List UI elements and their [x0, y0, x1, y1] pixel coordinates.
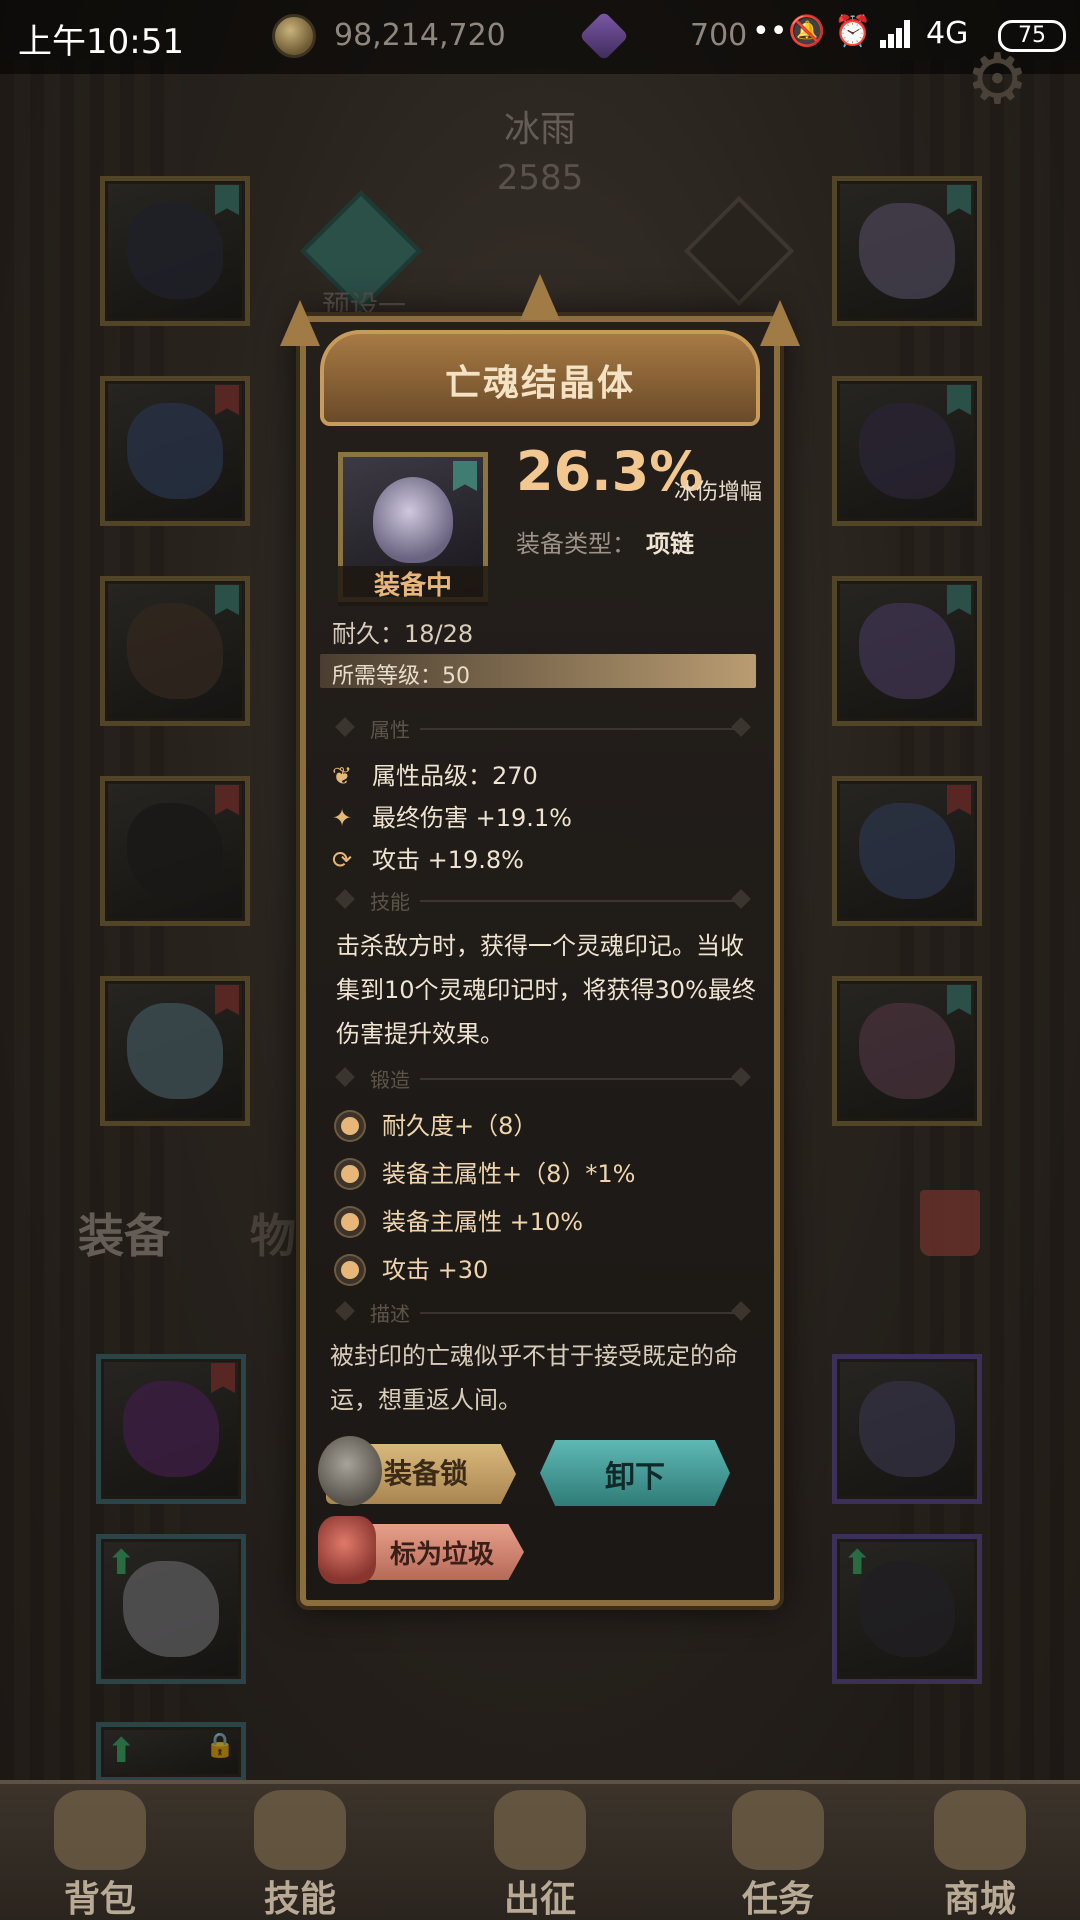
- equipment-lock-label[interactable]: 装备锁: [384, 1452, 468, 1492]
- refresh-icon: ⟳: [332, 846, 353, 874]
- quest-icon: [732, 1790, 824, 1870]
- forge-row: 攻击 +30: [336, 1250, 488, 1285]
- lock-icon: [318, 1436, 382, 1506]
- coin-count: 98,214,720: [334, 18, 506, 53]
- section-skill: 技能: [370, 890, 410, 914]
- durability: 耐久：18/28: [332, 620, 474, 648]
- unequip-label[interactable]: 卸下: [540, 1452, 730, 1496]
- section-forge: 锻造: [370, 1068, 410, 1092]
- forge-row: 装备主属性 +10%: [336, 1202, 583, 1237]
- mark-trash-label[interactable]: 标为垃圾: [390, 1534, 494, 1571]
- nav-bag[interactable]: 背包: [10, 1784, 190, 1920]
- necklace-icon: [373, 477, 453, 563]
- forge-row: 耐久度+（8）: [336, 1106, 537, 1141]
- item-name: 亡魂结晶体: [444, 363, 635, 404]
- nav-label: 出征: [503, 1879, 576, 1920]
- forge-dot-icon: [336, 1160, 364, 1188]
- star-icon: ✦: [332, 804, 353, 832]
- forge-dot-icon: [336, 1112, 364, 1140]
- slot-tag-icon: [453, 461, 477, 491]
- forge-text: 耐久度+（8）: [382, 1112, 538, 1140]
- item-type-label: 装备类型：: [516, 530, 636, 558]
- gem-count: 700: [690, 18, 748, 53]
- attribute-row: ⟳ 攻击 +19.8%: [332, 840, 524, 875]
- signal-icon: [880, 18, 916, 48]
- main-stat-name: 冰伤增幅: [674, 480, 763, 505]
- nav-expedition[interactable]: 出征: [450, 1784, 630, 1920]
- gem-icon: [579, 11, 629, 61]
- attribute-row: ❦ 属性品级：270: [332, 756, 538, 791]
- skill-description: 击杀敌方时，获得一个灵魂印记。当收集到10个灵魂印记时，将获得30%最终伤害提升…: [336, 932, 756, 1048]
- coin-icon: [272, 14, 316, 58]
- trash-lantern-icon: [318, 1516, 376, 1584]
- nav-label: 商城: [943, 1879, 1016, 1920]
- attribute-text: 属性品级：270: [372, 762, 538, 790]
- popup-ornament: [280, 300, 320, 346]
- forge-row: 装备主属性+（8）*1%: [336, 1154, 635, 1189]
- nav-skills[interactable]: 技能: [210, 1784, 390, 1920]
- forge-text: 装备主属性+（8）*1%: [382, 1160, 636, 1188]
- gear-icon[interactable]: ⚙: [966, 38, 1029, 120]
- nav-label: 任务: [741, 1879, 814, 1920]
- alarm-icon: ⏰: [834, 14, 872, 49]
- forge-dot-icon: [336, 1256, 364, 1284]
- section-divider: [420, 1078, 740, 1080]
- forge-dot-icon: [336, 1208, 364, 1236]
- required-level: 所需等级：50: [332, 664, 470, 689]
- nav-label: 背包: [63, 1879, 136, 1920]
- nav-shop[interactable]: 商城: [890, 1784, 1070, 1920]
- network-type: 4G: [926, 16, 969, 51]
- attribute-text: 最终伤害 +19.1%: [372, 804, 572, 832]
- shop-icon: [934, 1790, 1026, 1870]
- nav-quests[interactable]: 任务: [688, 1784, 868, 1920]
- mute-icon: 🔕: [788, 14, 826, 49]
- bottom-nav: 背包 技能 出征 任务 商城: [0, 1780, 1080, 1920]
- skill-book-icon: [254, 1790, 346, 1870]
- item-type-value: 项链: [646, 530, 694, 558]
- bag-icon: [54, 1790, 146, 1870]
- grade-icon: ❦: [332, 762, 353, 790]
- forge-text: 攻击 +30: [382, 1256, 489, 1284]
- popup-ornament: [520, 274, 560, 320]
- section-description: 描述: [370, 1302, 410, 1326]
- attribute-text: 攻击 +19.8%: [372, 846, 524, 874]
- item-description: 被封印的亡魂似乎不甘于接受既定的命运，想重返人间。: [330, 1342, 738, 1414]
- section-divider: [420, 1312, 740, 1314]
- section-divider: [420, 728, 740, 730]
- nav-label: 技能: [263, 1879, 336, 1920]
- expedition-icon: [494, 1790, 586, 1870]
- forge-text: 装备主属性 +10%: [382, 1208, 584, 1236]
- clock: 上午10:51: [18, 22, 184, 62]
- section-attributes: 属性: [370, 718, 410, 742]
- attribute-row: ✦ 最终伤害 +19.1%: [332, 798, 572, 833]
- popup-ornament: [760, 300, 800, 346]
- equipped-badge: 装备中: [338, 566, 488, 606]
- section-divider: [420, 900, 740, 902]
- status-bar: 上午10:51 98,214,720 700 ••• 🔕 ⏰ 4G 75: [0, 0, 1080, 74]
